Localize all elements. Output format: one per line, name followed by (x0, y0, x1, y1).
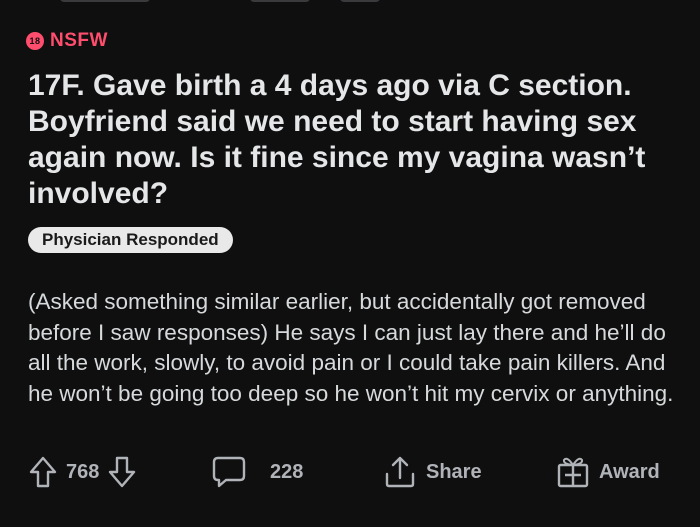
share-label: Share (426, 460, 482, 483)
cropped-header (0, 0, 700, 10)
nsfw-tag: 18 NSFW (26, 30, 108, 52)
upvote-arrow-icon (29, 456, 57, 488)
award-gift-icon (557, 457, 589, 488)
cropped-header-item (250, 0, 310, 2)
cropped-header-item (60, 0, 150, 2)
post-body: (Asked something similar earlier, but ac… (28, 289, 674, 406)
award-button[interactable]: Award (555, 452, 660, 492)
post-title[interactable]: 17F. Gave birth a 4 days ago via C secti… (28, 68, 678, 212)
post-actions-bar: 768 228 Share Award (0, 452, 700, 492)
post-view: 18 NSFW 17F. Gave birth a 4 days ago via… (0, 0, 700, 527)
share-icon (385, 456, 415, 488)
comment-bubble-icon (212, 456, 246, 488)
downvote-button[interactable] (107, 455, 137, 489)
vote-control: 768 (28, 452, 137, 492)
nsfw-label: NSFW (50, 30, 108, 51)
comment-count: 228 (270, 460, 304, 483)
award-label: Award (599, 460, 660, 483)
share-button[interactable]: Share (382, 452, 482, 492)
vote-count: 768 (66, 460, 100, 483)
upvote-button[interactable] (28, 455, 58, 489)
downvote-arrow-icon (109, 456, 136, 488)
comments-button[interactable]: 228 (210, 452, 303, 492)
post-flair[interactable]: Physician Responded (28, 227, 233, 253)
nsfw-18-icon: 18 (26, 32, 44, 50)
cropped-header-item (340, 0, 380, 2)
